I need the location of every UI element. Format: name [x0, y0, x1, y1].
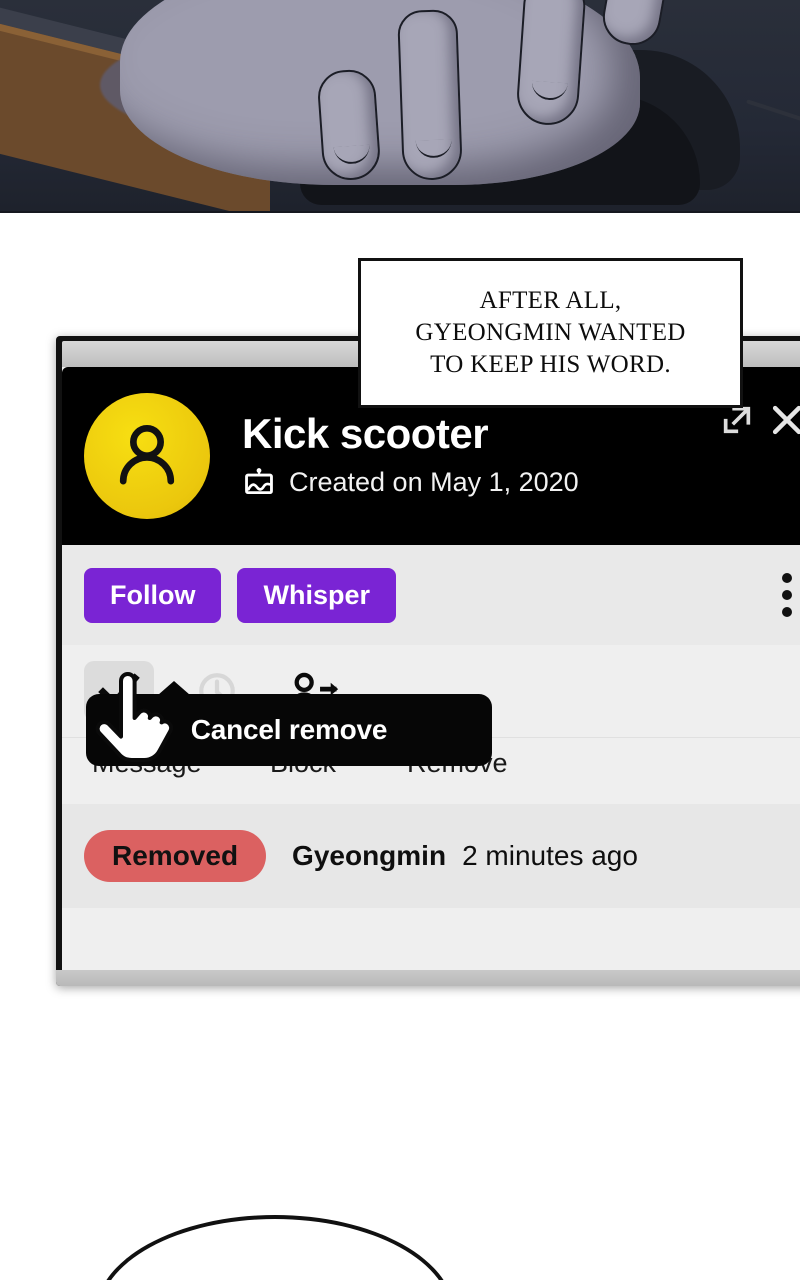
id-card-icon	[245, 467, 273, 494]
avatar[interactable]	[84, 393, 210, 519]
tooltip-text: Cancel remove	[190, 714, 388, 745]
follow-button[interactable]: Follow	[84, 567, 222, 623]
profile-text-block: Kick scooter Created on May 1, 2020	[242, 412, 579, 499]
kebab-dot	[782, 573, 792, 583]
status-user-name: Gyeongmin	[292, 840, 447, 871]
window-bottom-strip	[56, 970, 800, 986]
more-options-icon[interactable]	[782, 573, 792, 617]
narration-line-2: GYEONGMIN WANTED	[415, 319, 686, 346]
status-row: Removed Gyeongmin 2 minutes ago	[62, 804, 800, 908]
kebab-dot	[782, 590, 792, 600]
narration-box: AFTER ALL, GYEONGMIN WANTED TO KEEP HIS …	[358, 258, 743, 408]
kebab-dot	[782, 607, 792, 617]
next-panel-arc	[95, 1215, 455, 1280]
expand-icon[interactable]	[720, 403, 754, 437]
menu-labels-row: Message Block Remove Cancel remove	[62, 681, 800, 804]
whisper-button[interactable]: Whisper	[237, 567, 396, 623]
narration-line-3: TO KEEP HIS WORD.	[430, 351, 671, 378]
tooltip-notch	[158, 681, 190, 695]
close-icon[interactable]	[768, 401, 800, 439]
status-badge: Removed	[84, 830, 267, 882]
profile-meta: Created on May 1, 2020	[242, 466, 579, 500]
actions-row: Follow Whisper	[62, 545, 800, 645]
person-icon	[119, 425, 175, 485]
status-timestamp: 2 minutes ago	[462, 840, 638, 871]
created-date-label: Created on May 1, 2020	[289, 467, 579, 498]
knuckle-crease	[530, 80, 568, 102]
window-content: Kick scooter Created on May 1, 2020 Foll…	[62, 367, 800, 970]
page-title: Kick scooter	[242, 410, 489, 458]
knuckle-crease	[333, 144, 371, 166]
knuckle-crease	[415, 139, 453, 159]
finger-middle	[397, 9, 463, 181]
comic-panel-hand-on-mouse	[0, 0, 800, 213]
tooltip-cancel-remove: Cancel remove	[86, 681, 492, 766]
comic-page: AFTER ALL, GYEONGMIN WANTED TO KEEP HIS …	[0, 0, 800, 1280]
narration-line-1: AFTER ALL,	[479, 287, 622, 314]
profile-card-window: Kick scooter Created on May 1, 2020 Foll…	[56, 336, 800, 986]
finger-index	[316, 68, 382, 182]
